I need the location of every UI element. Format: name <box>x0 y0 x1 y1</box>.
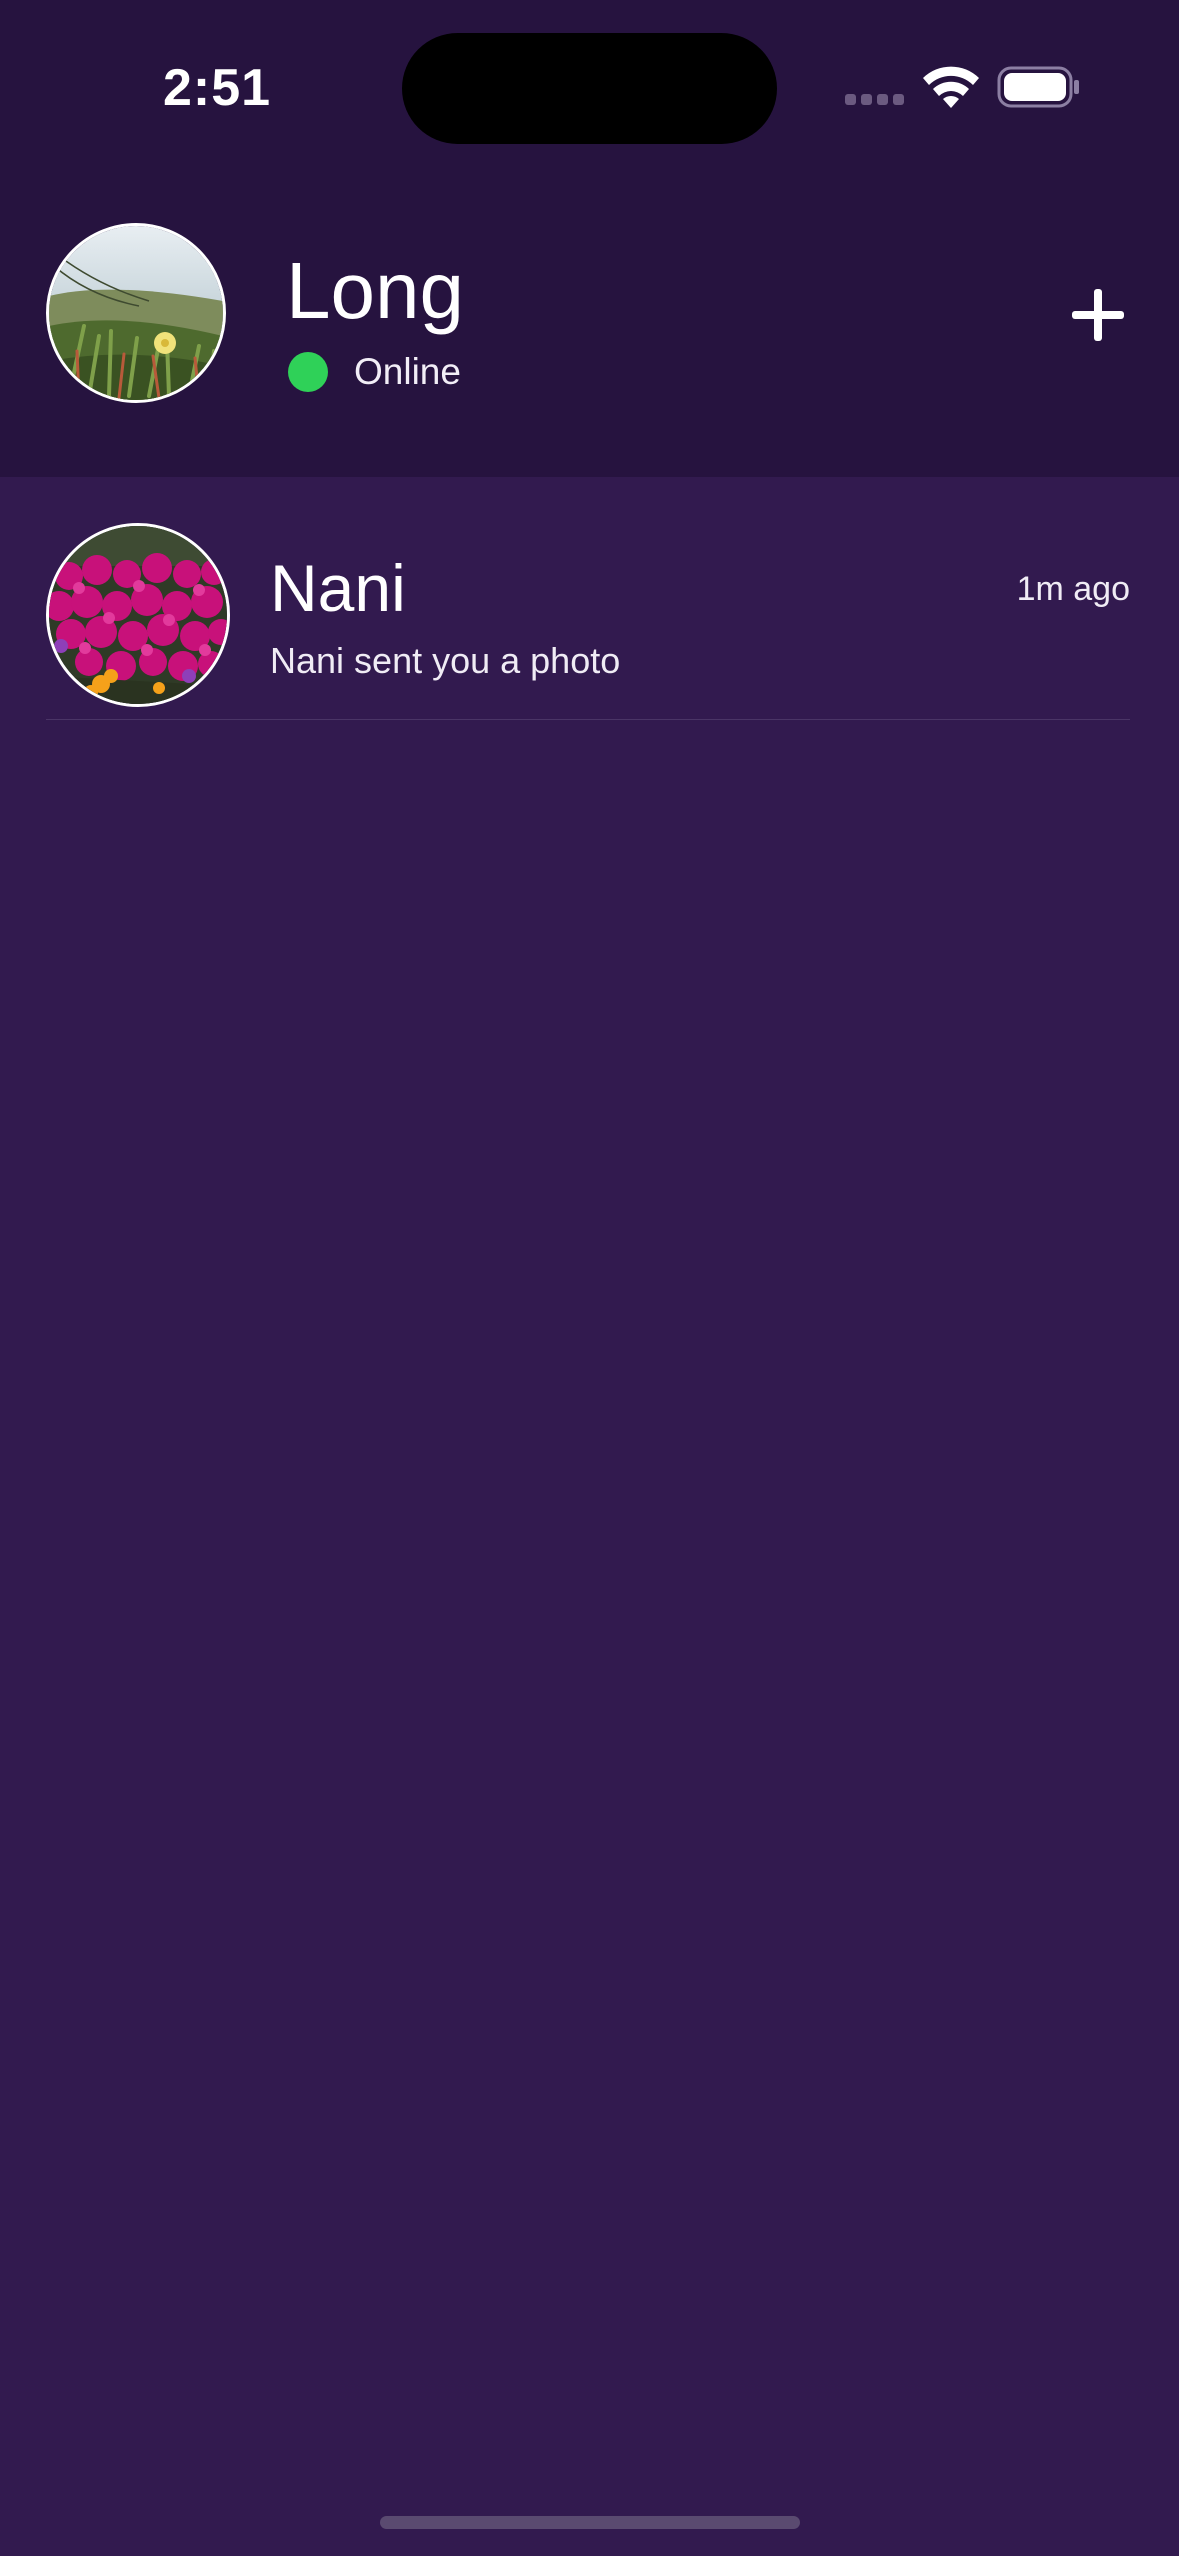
contact-photo <box>49 526 227 704</box>
wifi-icon <box>923 66 979 108</box>
add-button[interactable] <box>1063 275 1133 355</box>
list-divider <box>46 719 1130 720</box>
chat-list-screen: 2:51 Long Online Nani 1m ago Nani sent y… <box>0 0 1179 2556</box>
battery-icon <box>997 66 1079 108</box>
conversation-avatar <box>46 523 230 707</box>
dynamic-island <box>402 33 777 144</box>
profile-name: Long <box>286 246 464 335</box>
profile-photo <box>49 226 223 400</box>
conversation-item[interactable]: Nani 1m ago Nani sent you a photo <box>0 477 1179 720</box>
conversation-preview: Nani sent you a photo <box>270 640 621 681</box>
cellular-signal-icon <box>845 94 905 108</box>
profile-avatar[interactable] <box>46 223 226 403</box>
plus-icon <box>1072 289 1124 341</box>
conversation-time: 1m ago <box>1016 570 1130 608</box>
conversation-name: Nani <box>270 551 406 625</box>
header: 2:51 Long Online <box>0 0 1179 477</box>
online-status-label: Online <box>354 351 461 392</box>
home-indicator[interactable] <box>380 2516 800 2529</box>
status-time: 2:51 <box>163 59 272 117</box>
online-status-dot <box>288 352 328 392</box>
